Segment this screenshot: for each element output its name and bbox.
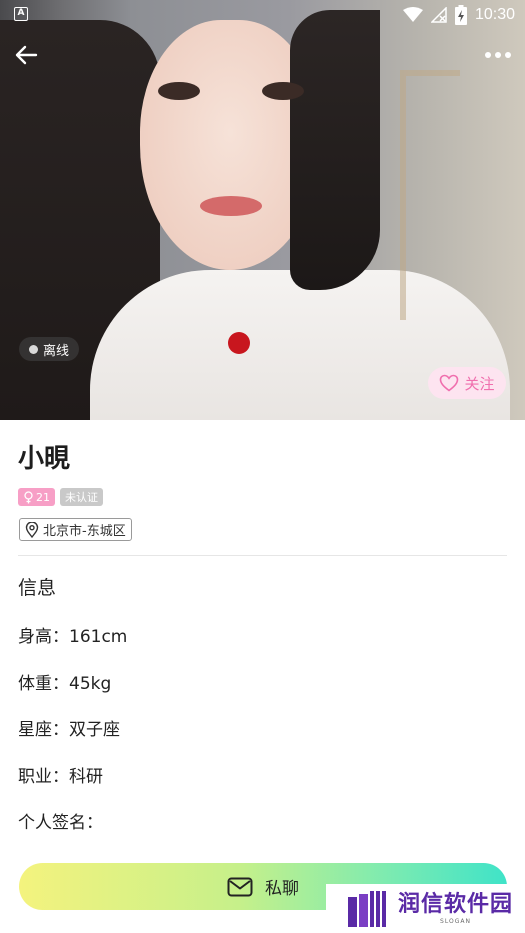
- photo-lips: [200, 196, 262, 216]
- location-tag: 北京市-东城区: [19, 518, 132, 541]
- online-status-label: 离线: [43, 343, 70, 359]
- app-notification-icon: A: [14, 7, 28, 21]
- info-height: 身高：161cm: [18, 627, 128, 647]
- info-section-title: 信息: [18, 577, 57, 599]
- private-chat-label: 私聊: [265, 879, 299, 899]
- location-label: 北京市-东城区: [43, 524, 126, 539]
- online-status-badge: 离线: [19, 337, 80, 361]
- clock: 10:30: [474, 6, 515, 23]
- profile-name: 小晛: [18, 444, 71, 474]
- location-pin-icon: [25, 521, 39, 538]
- more-options-button[interactable]: [483, 40, 513, 70]
- info-weight: 体重：45kg: [18, 674, 112, 694]
- status-dot-icon: [29, 344, 38, 354]
- info-zodiac: 星座：双子座: [18, 720, 120, 740]
- follow-button[interactable]: 关注: [428, 367, 506, 399]
- divider: [18, 555, 507, 556]
- photo-eye-left: [158, 82, 200, 100]
- more-icon-dot: [505, 52, 511, 58]
- gender-age-tag: 21: [18, 488, 55, 506]
- profile-photo[interactable]: [0, 0, 525, 420]
- watermark-logo-icon: [348, 890, 386, 927]
- status-bar-right: 10:30: [402, 4, 515, 26]
- photo-pendant: [228, 332, 250, 354]
- photo-eye-right: [262, 82, 304, 100]
- info-signature: 个人签名：: [18, 813, 103, 833]
- wifi-icon: [402, 7, 423, 22]
- watermark-sub: SLOGAN: [440, 918, 471, 925]
- battery-icon: [454, 5, 467, 25]
- mail-icon: [227, 877, 253, 896]
- status-bar: A 10:30: [0, 0, 525, 30]
- watermark: 润信软件园 SLOGAN: [326, 884, 525, 933]
- back-arrow-icon: [15, 45, 38, 65]
- follow-label: 关注: [464, 374, 495, 393]
- heart-icon: [440, 374, 459, 392]
- watermark-main: 润信软件园: [398, 892, 514, 917]
- signal-icon: [430, 7, 447, 23]
- profile-tags: 21 未认证: [18, 488, 103, 506]
- verification-tag: 未认证: [60, 488, 103, 506]
- more-icon-dot: [495, 52, 501, 58]
- female-icon: [24, 490, 33, 503]
- watermark-text: 润信软件园 SLOGAN: [398, 892, 513, 925]
- photo-hair-right: [290, 10, 380, 290]
- age-label: 21: [36, 490, 50, 504]
- photo-background-door: [400, 70, 460, 320]
- back-button[interactable]: [12, 40, 42, 70]
- info-occupation: 职业：科研: [18, 767, 103, 787]
- more-icon: [485, 52, 491, 58]
